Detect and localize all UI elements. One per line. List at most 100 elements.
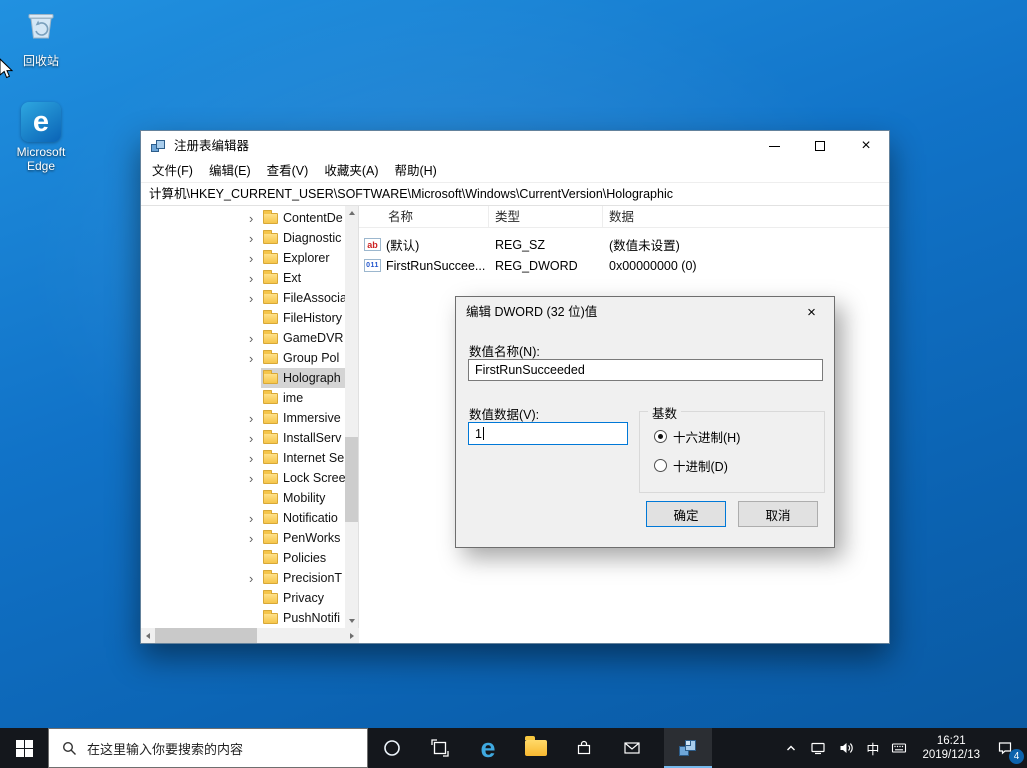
tree-item[interactable]: › ime [141,388,345,408]
value-name: FirstRunSuccee... [386,258,486,273]
base-group-label: 基数 [648,403,682,422]
taskbar-regedit-button[interactable] [664,728,712,768]
tree-item[interactable]: › FileAssocia [141,288,345,308]
scroll-right-button[interactable] [345,628,359,643]
window-titlebar[interactable]: 注册表编辑器 × [141,131,889,161]
vertical-scroll-thumb[interactable] [345,437,358,522]
tree-item[interactable]: › PushNotifi [141,608,345,628]
tray-expand-button[interactable] [778,728,804,768]
tree-item[interactable]: › InstallServ [141,428,345,448]
tree-item[interactable]: › Ext [141,268,345,288]
tree-item[interactable]: › Holograph [141,368,345,388]
expand-chevron-icon[interactable]: › [249,531,261,546]
menu-item[interactable]: 文件(F) [144,161,201,182]
tree-item[interactable]: › Internet Se [141,448,345,468]
taskbar-clock[interactable]: 16:21 2019/12/13 [913,734,989,762]
menu-item[interactable]: 收藏夹(A) [316,161,386,182]
horizontal-scroll-thumb[interactable] [155,628,257,643]
taskbar-file-explorer-button[interactable] [512,728,560,768]
dialog-titlebar[interactable]: 编辑 DWORD (32 位)值 × [456,297,834,327]
folder-icon [263,229,278,244]
start-button[interactable] [0,728,48,768]
expand-chevron-icon[interactable]: › [249,271,261,286]
base-group-box: 基数 十六进制(H) 十进制(D) [639,403,825,493]
tree-item[interactable]: › Diagnostic [141,228,345,248]
tree-item[interactable]: › Group Pol [141,348,345,368]
value-name: (默认) [386,239,420,253]
tree-item-label: Holograph [283,371,341,385]
taskbar-search-box[interactable]: 在这里输入你要搜索的内容 [48,728,368,768]
tree-item[interactable]: › Immersive [141,408,345,428]
menu-item[interactable]: 编辑(E) [201,161,259,182]
expand-chevron-icon[interactable]: › [249,451,261,466]
desktop-icon-edge[interactable]: e Microsoft Edge [2,102,80,173]
menu-bar: 文件(F) 编辑(E) 查看(V) 收藏夹(A) 帮助(H) [141,161,889,182]
expand-chevron-icon[interactable]: › [249,351,261,366]
tree-vertical-scrollbar[interactable] [345,206,358,628]
registry-value-row[interactable]: 011 FirstRunSuccee... REG_DWORD 0x000000… [359,255,889,276]
tree-item[interactable]: › Privacy [141,588,345,608]
tree-item[interactable]: › Lock Scree [141,468,345,488]
tree-item[interactable]: › GameDVR [141,328,345,348]
tree-item[interactable]: › PenWorks [141,528,345,548]
ok-button[interactable]: 确定 [646,501,726,527]
expand-chevron-icon[interactable]: › [249,431,261,446]
scroll-up-button[interactable] [345,206,358,220]
expand-chevron-icon[interactable]: › [249,411,261,426]
network-status[interactable] [804,728,832,768]
expand-chevron-icon[interactable]: › [249,471,261,486]
value-data-label: 数值数据(V): [469,408,540,422]
tree-item[interactable]: › ContentDe [141,208,345,228]
menu-item[interactable]: 帮助(H) [386,161,444,182]
registry-value-row[interactable]: ab (默认) REG_SZ (数值未设置) [359,234,889,255]
tree-item[interactable]: › Explorer [141,248,345,268]
maximize-button[interactable] [797,131,843,161]
tree-item[interactable]: › PrecisionT [141,568,345,588]
column-header[interactable]: 名称 [359,206,489,227]
scroll-left-button[interactable] [141,628,155,643]
taskbar-store-button[interactable] [560,728,608,768]
ime-indicator[interactable]: 中 [860,728,885,768]
expand-chevron-icon[interactable]: › [249,211,261,226]
minimize-button[interactable] [751,131,797,161]
volume-status[interactable] [832,728,860,768]
value-type-icon: 011 [364,259,381,272]
tree-item-label: ime [283,391,304,405]
expand-chevron-icon[interactable]: › [249,571,261,586]
clock-time: 16:21 [936,735,966,747]
expand-chevron-icon[interactable]: › [249,511,261,526]
address-bar[interactable]: 计算机\HKEY_CURRENT_USER\SOFTWARE\Microsoft… [141,182,889,206]
expand-chevron-icon[interactable]: › [249,231,261,246]
scroll-down-button[interactable] [345,614,358,628]
cancel-button[interactable]: 取消 [738,501,818,527]
folder-icon [263,589,278,604]
decimal-radio[interactable]: 十进制(D) [654,456,728,475]
value-data-field[interactable]: 1 [468,422,628,445]
tree-item[interactable]: › Policies [141,548,345,568]
tree-item[interactable]: › FileHistory [141,308,345,328]
tree-horizontal-scrollbar[interactable] [141,628,359,643]
taskbar-edge-button[interactable]: e [464,728,512,768]
expand-chevron-icon[interactable]: › [249,331,261,346]
taskbar-mail-button[interactable] [608,728,656,768]
action-center-button[interactable]: 4 [989,728,1027,768]
dialog-close-button[interactable]: × [789,297,834,327]
taskbar-task-view-button[interactable] [416,728,464,768]
maximize-icon [815,141,825,151]
expand-chevron-icon[interactable]: › [249,291,261,306]
tree-item-label: PenWorks [283,531,341,545]
tree-item[interactable]: › Notificatio [141,508,345,528]
expand-chevron-icon[interactable]: › [249,251,261,266]
touch-keyboard-button[interactable] [885,728,913,768]
menu-item[interactable]: 查看(V) [259,161,317,182]
taskbar-cortana-button[interactable] [368,728,416,768]
tree-item-label: InstallServ [283,431,342,445]
value-type-icon: ab [364,238,381,251]
column-header[interactable]: 数据 [603,206,889,227]
hex-radio[interactable]: 十六进制(H) [654,427,740,446]
value-name-field[interactable]: FirstRunSucceeded [468,359,823,381]
folder-icon [263,509,278,524]
close-button[interactable]: × [843,131,889,161]
column-header[interactable]: 类型 [489,206,603,227]
tree-item[interactable]: › Mobility [141,488,345,508]
